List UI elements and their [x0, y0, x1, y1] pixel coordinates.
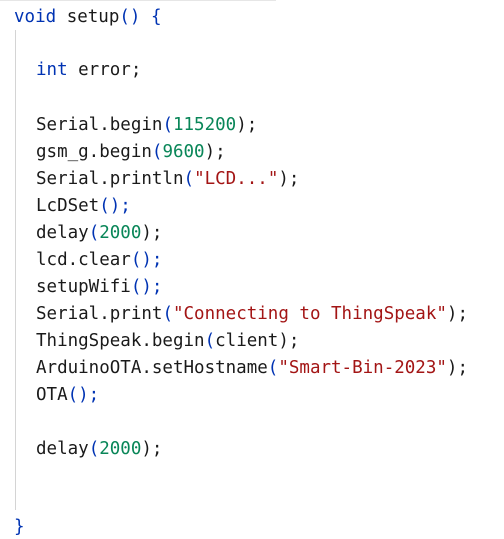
keyword-token: int	[36, 60, 68, 80]
brace-token: {	[140, 7, 162, 27]
punctuation-token: ();	[130, 250, 163, 270]
punctuation-token: ();	[130, 277, 163, 297]
identifier-token: setupWifi	[36, 277, 131, 297]
punctuation-token: );	[204, 142, 226, 162]
number-token: 2000	[99, 439, 142, 459]
code-line-serial-println[interactable]: Serial.println("LCD...");	[36, 166, 299, 192]
code-line-set-hostname[interactable]: ArduinoOTA.setHostname("Smart-Bin-2023")…	[36, 355, 468, 381]
code-line-serial-begin[interactable]: Serial.begin(115200);	[36, 112, 257, 138]
punctuation-token: (	[267, 358, 279, 378]
code-line-function-signature[interactable]: void setup() {	[14, 4, 162, 30]
punctuation-token: );	[141, 223, 163, 243]
code-line-serial-print[interactable]: Serial.print("Connecting to ThingSpeak")…	[36, 301, 468, 327]
string-token: "LCD..."	[194, 169, 279, 189]
identifier-token: OTA	[36, 385, 68, 405]
identifier-token: delay	[36, 439, 89, 459]
code-line-delay[interactable]: delay(2000);	[36, 220, 162, 246]
punctuation-token: );	[141, 439, 163, 459]
punctuation-token: (	[162, 115, 173, 135]
editor-top-border	[0, 0, 276, 1]
identifier-token: Serial.print	[36, 304, 163, 324]
string-token: "Connecting to ThingSpeak"	[172, 304, 447, 324]
punctuation-token: );	[278, 331, 300, 351]
punctuation-token: (	[204, 331, 216, 351]
code-editor[interactable]: void setup() { int error; Serial.begin(1…	[0, 0, 504, 539]
punctuation-token: (	[88, 439, 100, 459]
punctuation-token: ();	[99, 196, 131, 216]
punctuation-token: );	[236, 115, 258, 135]
punctuation-token: (	[151, 142, 163, 162]
punctuation-token: );	[446, 358, 468, 378]
code-line-ota[interactable]: OTA();	[36, 382, 99, 408]
punctuation-token: ();	[67, 385, 100, 405]
string-token: "Smart-Bin-2023"	[278, 358, 447, 378]
brace-token: }	[14, 517, 25, 537]
code-line-gsm-begin[interactable]: gsm_g.begin(9600);	[36, 139, 226, 165]
code-line-thingspeak-begin[interactable]: ThingSpeak.begin(client);	[36, 328, 299, 354]
number-token: 9600	[162, 142, 205, 162]
number-token: 115200	[172, 115, 237, 135]
punctuation-token: (	[88, 223, 100, 243]
code-line-declaration[interactable]: int error;	[36, 57, 141, 83]
code-line-delay-final[interactable]: delay(2000);	[36, 436, 162, 462]
identifier-token: error;	[67, 60, 142, 80]
punctuation-token: ()	[119, 7, 141, 27]
identifier-token: LcDSet	[36, 196, 100, 216]
identifier-token: ArduinoOTA.setHostname	[36, 358, 268, 378]
indent-guide	[15, 30, 16, 510]
code-line-lcdset[interactable]: LcDSet();	[36, 193, 131, 219]
identifier-token: ThingSpeak.begin	[36, 331, 205, 351]
identifier-token: client	[215, 331, 279, 351]
code-line-closing-brace[interactable]: }	[14, 516, 25, 538]
code-line-setup-wifi[interactable]: setupWifi();	[36, 274, 162, 300]
identifier-token: delay	[36, 223, 89, 243]
punctuation-token: (	[183, 169, 195, 189]
identifier-token: Serial.begin	[36, 115, 163, 135]
punctuation-token: );	[278, 169, 300, 189]
number-token: 2000	[99, 223, 142, 243]
identifier-token: Serial.println	[36, 169, 184, 189]
punctuation-token: (	[162, 304, 173, 324]
identifier-token: setup	[56, 7, 120, 27]
code-line-lcd-clear[interactable]: lcd.clear();	[36, 247, 162, 273]
punctuation-token: );	[446, 304, 468, 324]
keyword-token: void	[14, 7, 57, 27]
identifier-token: lcd.clear	[36, 250, 131, 270]
identifier-token: gsm_g.begin	[36, 142, 152, 162]
